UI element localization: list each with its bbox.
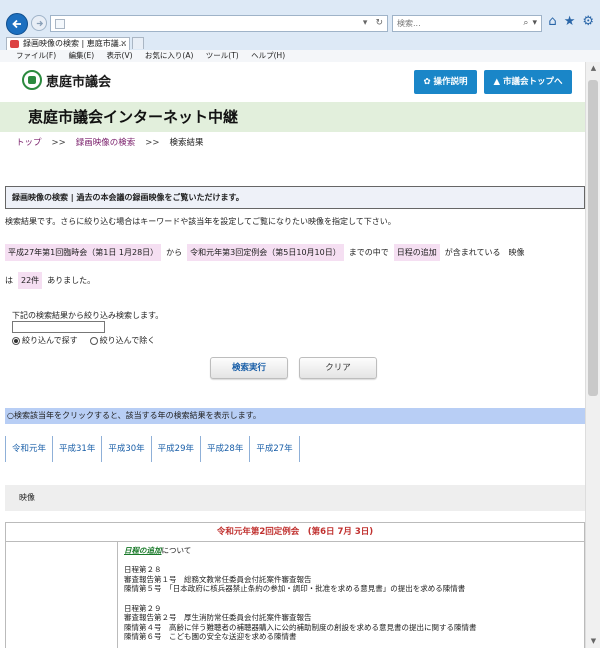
breadcrumb-video-search-link[interactable]: 録画映像の検索	[76, 138, 136, 148]
browser-tab[interactable]: 録画映像の検索 | 恵庭市議... ✕	[6, 37, 130, 50]
tab-favicon-icon	[10, 40, 19, 48]
agenda-line: 陳情第５号 「日本政府に核兵器禁止条約の参加・調印・批准を求める意見書」の提出を…	[124, 584, 466, 594]
radio-exclude-button[interactable]	[89, 336, 98, 345]
home-icon[interactable]: ⌂	[548, 14, 556, 29]
section-heading: 録画映像の検索 | 過去の本会議の録画映像をご覧いただけます。	[5, 186, 585, 209]
refine-keyword-input[interactable]	[12, 321, 105, 333]
video-thumbnail-cell[interactable]	[6, 542, 118, 648]
agenda-text: 日程の追加について 日程第２８ 審査報告第１号 総務文教常任委員会付託案件審査報…	[124, 546, 477, 642]
session-title[interactable]: 令和元年第2回定例会 (第6日 7月 3日)	[6, 523, 584, 542]
dropdown-icon[interactable]: ▾	[363, 18, 368, 28]
city-emblem-icon	[22, 70, 42, 90]
year-tab-heisei28[interactable]: 平成28年	[201, 436, 251, 462]
search-icon[interactable]: ⌕	[523, 18, 528, 28]
breadcrumb-separator: >>	[51, 138, 66, 148]
video-column-header: 映像	[5, 485, 585, 511]
scrollbar-thumb[interactable]	[588, 80, 598, 396]
breadcrumb-separator: >>	[145, 138, 160, 148]
result-count: 22件	[18, 272, 43, 289]
result-tail: ありました。	[47, 276, 96, 285]
refresh-icon[interactable]: ↻	[375, 18, 383, 28]
agenda-line: 陳情第４号 高齢に伴う難聴者の補聴器購入に公的補助制度の創設を求める意見書の提出…	[124, 622, 477, 632]
agenda-line: 審査報告第１号 総務文教常任委員会付託案件審査報告	[124, 574, 312, 584]
year-tab-heisei30[interactable]: 平成30年	[102, 436, 152, 462]
tab-title: 録画映像の検索 | 恵庭市議...	[23, 39, 127, 48]
browser-chrome: ▾ ↻ ⌕ ▾ ⌂ ★ ⚙ 録画映像の検索 | 恵庭市議... ✕ ファイル(F…	[0, 0, 600, 62]
intro-text: 検索結果です。さらに絞り込む場合はキーワードや該当年を設定してご覧になりたい映像…	[5, 217, 396, 226]
breadcrumb: トップ >> 録画映像の検索 >> 検索結果	[0, 132, 585, 154]
back-arrow-icon	[12, 19, 21, 29]
browser-search-input[interactable]	[393, 16, 503, 31]
page-favicon-icon	[55, 19, 65, 29]
from-word: から	[166, 248, 183, 257]
year-tab-heisei29[interactable]: 平成29年	[152, 436, 201, 462]
favorites-star-icon[interactable]: ★	[564, 14, 576, 29]
radio-exclude[interactable]: 絞り込んで除く	[89, 335, 155, 346]
radio-include-button[interactable]	[12, 336, 20, 345]
menu-tools[interactable]: ツール(T)	[206, 51, 239, 60]
page-scrollbar[interactable]: ▲ ▼	[585, 62, 600, 648]
page-viewport: 恵庭市議会 ✿ 操作説明 ▲ 市議会トップへ 恵庭市議会インターネット中継 トッ…	[0, 62, 585, 648]
year-tabs: 令和元年 平成31年 平成30年 平成29年 平成28年 平成27年	[5, 436, 300, 462]
council-top-button[interactable]: ▲ 市議会トップへ	[484, 70, 572, 94]
building-icon: ▲	[493, 77, 503, 87]
menu-file[interactable]: ファイル(F)	[16, 51, 56, 60]
site-header: 恵庭市議会 ✿ 操作説明 ▲ 市議会トップへ	[0, 62, 585, 102]
refine-note: 下記の検索結果から絞り込み検索します。	[12, 311, 164, 320]
site-logo[interactable]: 恵庭市議会	[22, 70, 111, 90]
menu-favorites[interactable]: お気に入り(A)	[145, 51, 193, 60]
contains-word: が含まれている 映像	[444, 248, 525, 257]
search-keyword: 日程の追加	[393, 244, 440, 261]
topic-link[interactable]: 日程の追加	[124, 546, 162, 555]
agenda-line	[124, 594, 477, 604]
between-word: までの中で	[348, 248, 389, 257]
gear-icon: ✿	[423, 77, 434, 87]
site-name: 恵庭市議会	[46, 74, 112, 90]
to-session: 令和元年第3回定例会（第5日10月10日）	[187, 244, 344, 261]
guide-button[interactable]: ✿ 操作説明	[414, 70, 477, 94]
result-summary-line-2: は 22件 ありました。	[5, 272, 95, 289]
breadcrumb-current: 検索結果	[169, 138, 204, 148]
scroll-up-arrow-icon[interactable]: ▲	[586, 62, 600, 75]
agenda-line: 日程第２９	[124, 603, 162, 613]
agenda-line: 陳情第６号 こども園の安全な送迎を求める陳情書	[124, 632, 297, 642]
topic-suffix: について	[161, 546, 192, 555]
back-button[interactable]	[6, 13, 28, 35]
year-tab-reiwa1[interactable]: 令和元年	[5, 436, 54, 462]
year-notice: ○検索該当年をクリックすると、該当する年の検索結果を表示します。	[5, 408, 585, 424]
from-session: 平成27年第1回臨時会（第1日 1月28日）	[5, 244, 162, 261]
tab-close-icon[interactable]: ✕	[120, 38, 127, 50]
radio-include[interactable]: 絞り込んで探す	[12, 335, 78, 346]
breadcrumb-top-link[interactable]: トップ	[16, 138, 42, 148]
forward-button[interactable]	[31, 15, 47, 31]
title-band: 恵庭市議会インターネット中継	[0, 102, 585, 132]
result-summary-line-1: 平成27年第1回臨時会（第1日 1月28日） から 令和元年第3回定例会（第5日…	[5, 244, 529, 261]
page-title: 恵庭市議会インターネット中継	[28, 108, 239, 126]
clear-button[interactable]: クリア	[299, 357, 377, 379]
search-execute-button[interactable]: 検索実行	[210, 357, 288, 379]
refine-mode-radios: 絞り込んで探す 絞り込んで除く	[12, 335, 155, 346]
year-tab-heisei27[interactable]: 平成27年	[250, 436, 300, 462]
agenda-line	[124, 556, 477, 566]
browser-search-box[interactable]: ⌕ ▾	[392, 15, 542, 32]
ha-word: は	[5, 276, 13, 285]
menu-help[interactable]: ヘルプ(H)	[251, 51, 285, 60]
new-tab-button[interactable]	[132, 37, 144, 49]
agenda-line: 日程第２８	[124, 565, 162, 575]
settings-gear-icon[interactable]: ⚙	[582, 14, 594, 29]
menu-bar: ファイル(F) 編集(E) 表示(V) お気に入り(A) ツール(T) ヘルプ(…	[0, 50, 600, 62]
forward-arrow-icon	[36, 20, 43, 26]
year-tab-heisei31[interactable]: 平成31年	[53, 436, 103, 462]
agenda-line: 審査報告第２号 厚生消防常任委員会付託案件審査報告	[124, 613, 312, 623]
search-dropdown-icon[interactable]: ▾	[532, 18, 537, 28]
menu-view[interactable]: 表示(V)	[107, 51, 133, 60]
menu-edit[interactable]: 編集(E)	[69, 51, 95, 60]
address-bar[interactable]: ▾ ↻	[50, 15, 388, 32]
result-record: 令和元年第2回定例会 (第6日 7月 3日) 日程の追加について 日程第２８ 審…	[5, 522, 585, 648]
scroll-down-arrow-icon[interactable]: ▼	[586, 635, 600, 648]
